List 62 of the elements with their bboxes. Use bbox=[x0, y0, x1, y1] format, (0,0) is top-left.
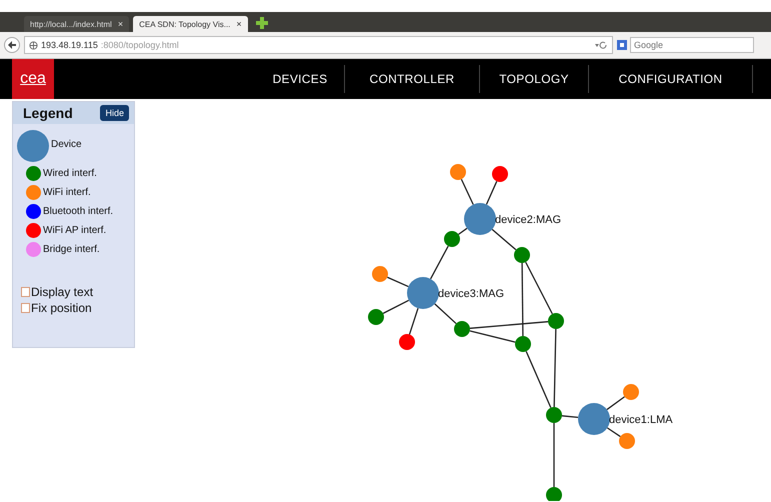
nav-link[interactable]: TOPOLOGY bbox=[480, 65, 589, 93]
legend-label: Device bbox=[51, 138, 82, 150]
interface-node[interactable] bbox=[515, 336, 531, 352]
search-field[interactable]: Google bbox=[630, 37, 754, 53]
interface-node[interactable] bbox=[399, 334, 415, 350]
interface-node[interactable] bbox=[623, 384, 639, 400]
interface-node[interactable] bbox=[548, 313, 564, 329]
legend-label: WiFi interf. bbox=[43, 187, 91, 198]
close-icon[interactable]: × bbox=[118, 19, 124, 29]
plus-icon[interactable] bbox=[256, 17, 268, 29]
link-line bbox=[486, 181, 498, 205]
interface-node[interactable] bbox=[546, 407, 562, 423]
legend-label: Bluetooth interf. bbox=[43, 206, 114, 217]
checkbox-label[interactable]: Display text bbox=[31, 285, 94, 299]
link-line bbox=[460, 178, 474, 205]
nav-link[interactable]: CONTROLLER bbox=[345, 65, 480, 93]
hide-button[interactable]: Hide bbox=[100, 105, 129, 121]
link-line bbox=[553, 423, 555, 487]
checkbox[interactable] bbox=[21, 303, 30, 313]
device-node[interactable] bbox=[407, 277, 439, 309]
browser-tab[interactable]: http://local.../index.html × bbox=[24, 16, 130, 32]
interface-node[interactable] bbox=[514, 247, 530, 263]
checkbox-label[interactable]: Fix position bbox=[31, 301, 92, 315]
checkbox[interactable] bbox=[21, 287, 30, 297]
link-line bbox=[430, 246, 449, 280]
device-label: device1:LMA bbox=[609, 414, 673, 426]
link-line bbox=[606, 396, 625, 410]
interface-node[interactable] bbox=[444, 231, 460, 247]
link-line bbox=[606, 427, 621, 438]
link-line bbox=[458, 228, 468, 235]
nav-link[interactable]: CONFIGURATION bbox=[589, 65, 753, 93]
link-line bbox=[434, 303, 457, 324]
device-label: device2:MAG bbox=[495, 214, 562, 226]
browser-tab[interactable]: CEA SDN: Topology Vis... × bbox=[133, 16, 248, 32]
interface-node[interactable] bbox=[372, 266, 388, 282]
address-field[interactable]: 193.48.19.115 :8080/topology.html bbox=[24, 36, 613, 54]
url-path: :8080/topology.html bbox=[100, 40, 179, 50]
link-line bbox=[562, 415, 578, 418]
globe-icon bbox=[29, 40, 38, 50]
legend-label: Bridge interf. bbox=[43, 244, 100, 255]
legend-label: Wired interf. bbox=[43, 168, 97, 179]
link-line bbox=[387, 276, 409, 288]
logo[interactable]: cea bbox=[12, 59, 54, 99]
interface-node[interactable] bbox=[368, 309, 384, 325]
interface-node[interactable] bbox=[492, 166, 508, 182]
interface-node[interactable] bbox=[546, 487, 562, 501]
device-label: device3:MAG bbox=[438, 288, 504, 300]
url-host: 193.48.19.115 bbox=[41, 40, 98, 50]
legend-title: Legend bbox=[23, 105, 73, 121]
close-icon[interactable]: × bbox=[236, 19, 242, 29]
interface-node[interactable] bbox=[450, 164, 466, 180]
device-node[interactable] bbox=[578, 403, 610, 435]
search-engine-icon bbox=[617, 40, 627, 50]
reload-icon[interactable] bbox=[594, 40, 608, 50]
device-node[interactable] bbox=[464, 203, 496, 235]
link-line bbox=[526, 351, 552, 408]
interface-node[interactable] bbox=[619, 433, 635, 449]
interface-node[interactable] bbox=[454, 321, 470, 337]
back-icon[interactable] bbox=[4, 37, 20, 53]
legend-label: WiFi AP interf. bbox=[43, 225, 106, 236]
nav-link[interactable]: DEVICES bbox=[256, 65, 345, 93]
link-line bbox=[492, 228, 516, 250]
